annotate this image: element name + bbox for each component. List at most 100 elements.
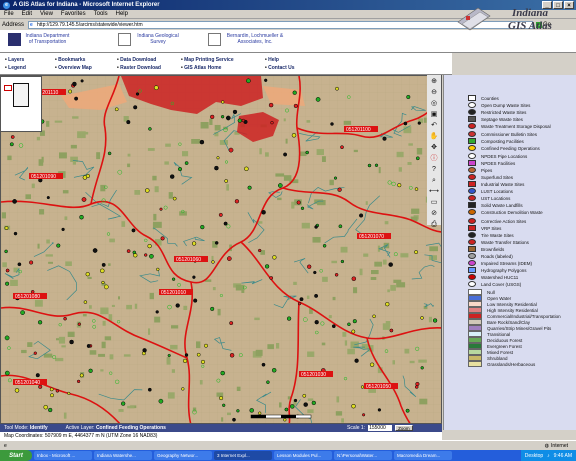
desktop-toolbar[interactable]: Desktop [525,453,543,459]
overview-map[interactable] [0,76,42,132]
facility-point [156,267,160,272]
blainc-logo[interactable]: Bernardin, Lochmueller & Associates, Inc… [208,33,285,46]
igs-logo[interactable]: Indiana Geological Survey [118,33,181,46]
facility-point [33,351,37,355]
clear-selection-icon[interactable]: ⊘ [429,209,439,218]
facility-point [237,118,242,123]
zoom-active-layer-icon[interactable]: ▣ [429,110,439,119]
forest-patch [363,253,369,257]
forest-patch [382,323,390,330]
menu-file[interactable]: File [4,11,14,17]
blainc-emblem-icon [208,33,221,46]
facility-point [12,199,17,204]
menu-edit[interactable]: Edit [22,11,32,17]
scale-input[interactable]: 155000 [368,425,393,431]
nav-layers[interactable]: Layers [5,57,41,63]
facility-point [354,358,359,363]
taskbar-button[interactable]: Indiana Watershe... [94,451,152,460]
select-rectangle-icon[interactable]: ▭ [429,198,439,207]
identify-icon[interactable]: ⓘ [429,154,439,163]
forest-patch [2,262,7,268]
blainc-logo-text: Bernardin, Lochmueller & Associates, Inc… [226,33,284,45]
facility-point [286,316,292,321]
start-button[interactable]: Start [0,450,32,461]
facility-point [258,411,262,415]
clock: 9:46 AM [553,452,572,459]
facility-point [86,344,91,348]
taskbar-button[interactable]: Geography Networ... [154,451,212,460]
menu-view[interactable]: View [40,11,53,17]
forest-patch [429,246,438,252]
nav-overview-map[interactable]: Overview Map [55,65,103,71]
forest-patch [154,316,161,323]
find-icon[interactable]: ⌕ [429,176,439,185]
coordinates-readout: Map Coordinates: 507909 m E, 4464377 m N… [0,432,442,440]
nav-help[interactable]: Help [265,57,279,63]
legend-item: Industrial Waste Sites [468,181,524,187]
watershed-label-text: 051201060 [176,257,201,263]
facility-point [293,103,298,108]
zoom-in-icon[interactable]: ⊕ [429,77,439,86]
legend-swatch [468,225,476,231]
facility-point [337,187,342,192]
speaker-icon[interactable]: ♪ [547,453,550,459]
overview-extent-box[interactable] [4,85,12,91]
zoom-out-icon[interactable]: ⊖ [429,88,439,97]
zoom-previous-icon[interactable]: ↶ [429,121,439,130]
legend-item: Roads (labeled) [468,253,513,259]
indiana-gis-atlas-logo[interactable]: Indiana GIS Atlas [450,2,576,36]
facility-point [271,368,277,373]
taskbar-button[interactable]: Macromedia Dream... [394,451,452,460]
nav-contact-us[interactable]: Contact Us [265,65,294,71]
taskbar-button[interactable]: N:\Personal\Water... [334,451,392,460]
measure-icon[interactable]: ⟷ [429,187,439,196]
facility-point [315,97,321,102]
print-icon[interactable]: ⎙ [429,220,439,229]
legend-item: Pipes [468,167,492,173]
atlas-title-line1: Indiana [511,7,549,19]
legend-label: Open Dump Waste Sites [481,102,531,108]
zoom-full-extent-icon[interactable]: ◎ [429,99,439,108]
legend-swatch [468,239,476,245]
map-view[interactable]: 051201110 051201100 051201090 051201060 0512… [0,75,442,424]
forest-patch [316,149,324,155]
map-canvas[interactable]: 0512011100512011000512010900512010600512… [1,76,442,424]
legend-swatch [468,232,476,238]
pan-hand-icon[interactable]: ✋ [429,132,439,141]
taskbar-button[interactable]: Inbox - Microsoft ... [34,451,92,460]
legend-item: Septage Waste Sites [468,116,523,122]
facility-point [264,78,268,82]
nav-map-printing[interactable]: Map Printing Service [181,57,251,63]
windows-taskbar: Start Inbox - Microsoft ... Indiana Water… [0,450,576,461]
legend-item: Composting Facilities [468,138,524,144]
forest-patch [217,308,221,316]
nav-data-download[interactable]: Data Download [117,57,167,63]
facility-point [92,248,98,253]
menu-favorites[interactable]: Favorites [61,11,86,17]
forest-patch [39,209,45,215]
menu-tools[interactable]: Tools [94,11,108,17]
nav-legend[interactable]: Legend [5,65,41,71]
legend-label: Septage Waste Sites [481,116,523,122]
forest-patch [416,148,423,155]
forest-patch [307,398,314,401]
facility-point [305,150,309,155]
forest-patch [214,125,221,131]
taskbar-button[interactable]: Lesson Modules Pul... [274,451,332,460]
forest-patch [70,144,77,149]
query-icon[interactable]: ? [429,165,439,174]
nav-gis-atlas-home[interactable]: GIS Atlas Home [181,65,251,71]
taskbar-button[interactable]: 3 Internet Expl... [214,451,272,460]
pan-arrows-icon[interactable]: ✥ [429,143,439,152]
nav-bookmarks[interactable]: Bookmarks [55,57,103,63]
indot-logo[interactable]: Indiana Department of Transportation [8,33,70,46]
facility-point [218,212,223,217]
menu-help[interactable]: Help [116,11,128,17]
nav-raster-download[interactable]: Raster Download [117,65,167,71]
zoom-button[interactable]: Zoom [395,425,413,431]
facility-point [147,243,152,249]
facility-point [211,260,215,264]
facility-point [49,387,54,392]
facility-point [414,385,419,389]
legend-label: Pipes [481,167,493,173]
